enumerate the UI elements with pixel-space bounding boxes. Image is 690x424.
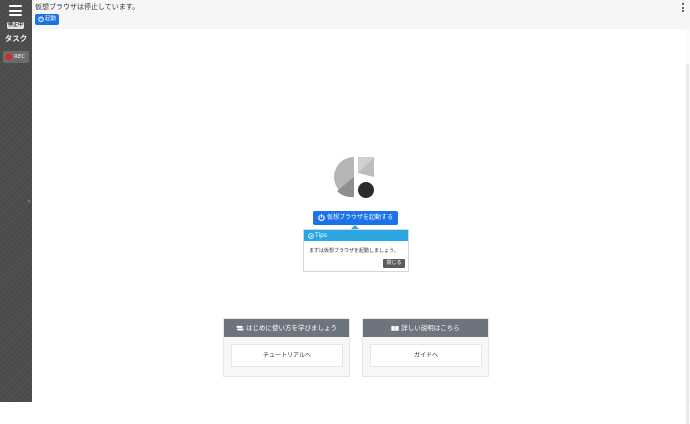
tips-message: まずは仮想ブラウザを起動しましょう。 — [309, 248, 399, 254]
rec-button[interactable]: REC — [3, 51, 29, 63]
guide-card-title: 詳しい説明はこちら — [401, 324, 460, 332]
tutorial-card-header: はじめに使い方を学びましょう — [224, 319, 349, 337]
book-icon — [391, 325, 399, 331]
start-button[interactable]: 起動 — [35, 14, 59, 25]
scrollbar[interactable] — [685, 29, 690, 424]
tips-popover: Tips まずは仮想ブラウザを起動しましょう。 閉じる — [303, 229, 409, 272]
status-message: 仮想ブラウザは停止しています。 — [35, 3, 140, 11]
guide-card-header: 詳しい説明はこちら — [363, 319, 488, 337]
more-options-icon[interactable] — [682, 3, 684, 14]
menu-icon[interactable] — [9, 5, 22, 16]
start-button-label: 起動 — [45, 16, 57, 22]
record-icon — [6, 54, 12, 60]
main-content: 仮想ブラウザを起動する Tips まずは仮想ブラウザを起動しましょう。 閉じる … — [32, 29, 690, 402]
top-bar: 仮想ブラウザは停止しています。 起動 — [32, 0, 690, 29]
check-circle-icon — [308, 232, 314, 239]
rec-label: REC — [14, 54, 26, 60]
guide-link-button[interactable]: ガイドへ — [370, 344, 482, 367]
sidebar-item-task[interactable]: タスク — [0, 33, 32, 44]
signpost-icon — [236, 325, 244, 330]
tutorial-card: はじめに使い方を学びましょう チュートリアルへ — [223, 318, 350, 377]
tutorial-link-button[interactable]: チュートリアルへ — [231, 344, 343, 367]
launch-browser-button[interactable]: 仮想ブラウザを起動する — [313, 211, 398, 225]
app-logo-icon — [334, 157, 374, 198]
guide-card: 詳しい説明はこちら ガイドへ — [362, 318, 489, 377]
power-icon — [318, 214, 325, 221]
tips-header: Tips — [304, 230, 408, 241]
scrollbar-thumb[interactable] — [686, 64, 689, 424]
launch-browser-label: 仮想ブラウザを起動する — [326, 214, 393, 221]
tutorial-card-title: はじめに使い方を学びましょう — [246, 324, 337, 332]
tips-title: Tips — [315, 232, 328, 239]
power-icon — [38, 16, 44, 22]
tips-close-button[interactable]: 閉じる — [383, 259, 405, 268]
status-badge: 停止中 — [7, 22, 24, 29]
sidebar: 停止中 タスク REC › — [0, 0, 32, 402]
